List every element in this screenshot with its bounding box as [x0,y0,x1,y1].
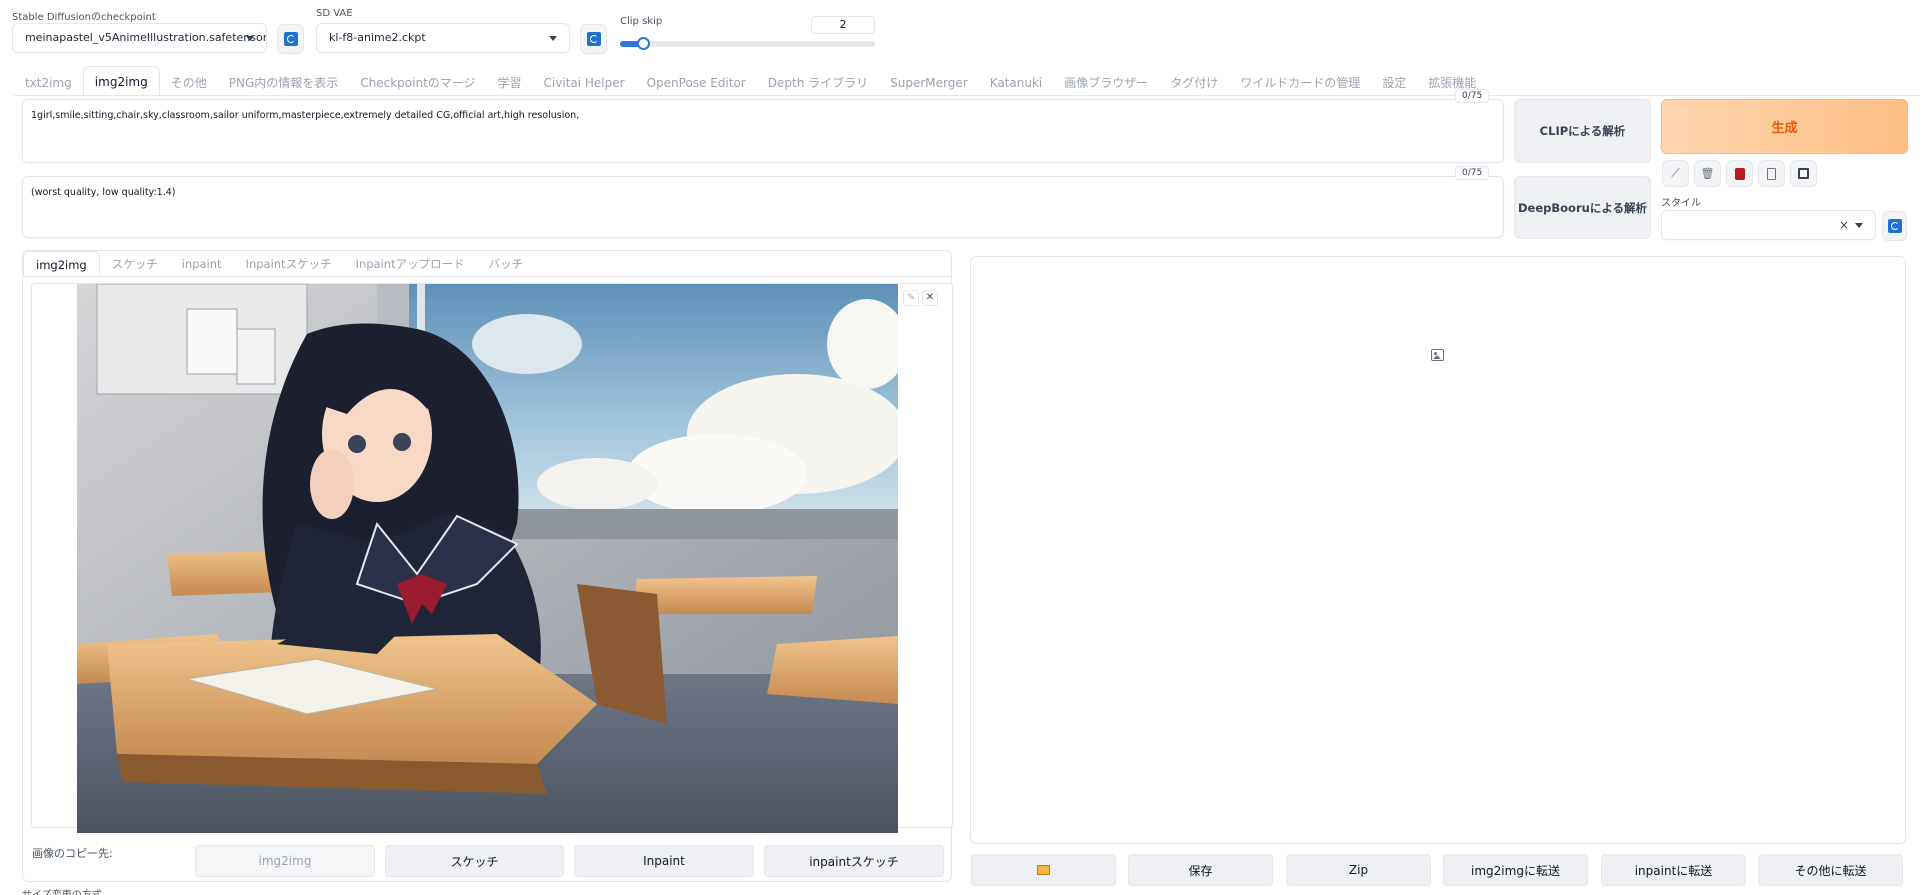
style-dropdown[interactable]: × [1661,210,1876,240]
checkpoint-value: meinapastel_v5AnimeIllustration.safetens… [25,31,267,44]
extra-networks-button[interactable] [1726,160,1753,187]
save-style-button[interactable] [1790,160,1817,187]
apply-style-button[interactable] [1758,160,1785,187]
arrow-icon: ⟋ [1671,166,1680,180]
deepbooru-interrogate-button[interactable]: DeepBooruによる解析 [1514,176,1651,239]
sub-tabs-divider [23,276,951,277]
image-placeholder-icon [1431,349,1444,361]
negative-prompt-text: (worst quality, low quality:1.4) [31,187,176,198]
refresh-icon [283,32,298,46]
resize-mode-label: サイズ変更の方式 [22,886,102,895]
clear-prompt-button[interactable]: 🗑 [1694,160,1721,187]
copy-to-sketch-button[interactable]: スケッチ [385,845,564,877]
tab-2[interactable]: その他 [160,70,218,96]
vae-dropdown[interactable]: kl-f8-anime2.ckpt [316,23,570,53]
chevron-down-icon [549,36,557,41]
clip-skip-input[interactable]: 2 [811,16,875,34]
eye [348,435,366,453]
clip-skip-label: Clip skip [620,16,663,27]
style-clear-icon[interactable]: × [1839,211,1849,239]
main-tabs: txt2img img2img その他 PNG内の情報を表示 Checkpointのマー… [14,66,1487,96]
remove-image-button[interactable]: ✕ [922,290,938,306]
checkpoint-dropdown[interactable]: meinapastel_v5AnimeIllustration.safetens… [12,23,267,53]
edit-image-button[interactable]: ✎ [903,290,919,306]
clip-skip-slider[interactable] [620,37,875,50]
tab-12[interactable]: タグ付け [1159,70,1229,96]
open-folder-button[interactable] [971,854,1116,886]
cloud [537,458,657,510]
tab-8[interactable]: Depth ライブラリ [757,70,879,96]
tab-14[interactable]: 設定 [1371,70,1417,96]
copy-to-inpaint-button[interactable]: Inpaint [574,845,754,877]
negative-prompt-input[interactable]: (worst quality, low quality:1.4) [22,176,1504,238]
generate-button[interactable]: 生成 [1661,99,1908,154]
positive-prompt-text: 1girl,smile,sitting,chair,sky,classroom,… [31,110,580,121]
tab-4[interactable]: Checkpointのマージ [349,70,486,96]
copy-to-inpaint-sketch-button[interactable]: inpaintスケッチ [764,845,944,877]
sub-tab-1[interactable]: スケッチ [100,251,170,277]
chevron-down-icon [246,36,254,41]
refresh-icon [586,32,601,46]
input-image [77,284,898,833]
vae-value: kl-f8-anime2.ckpt [329,31,426,44]
copy-to-img2img-button[interactable]: img2img [195,845,375,877]
sub-tab-5[interactable]: バッチ [477,251,536,277]
right-desk [632,576,817,614]
floppy-icon [1798,168,1809,179]
clip-skip-slider-thumb[interactable] [636,37,650,50]
tab-7[interactable]: OpenPose Editor [636,70,757,96]
trash-icon: 🗑 [1700,167,1715,180]
clip-interrogate-button[interactable]: CLIPによる解析 [1514,99,1651,163]
positive-prompt-input[interactable]: 1girl,smile,sitting,chair,sky,classroom,… [22,99,1504,163]
paste-params-button[interactable]: ⟋ [1662,160,1689,187]
zip-button[interactable]: Zip [1286,854,1431,886]
eye [393,433,411,451]
send-to-img2img-button[interactable]: img2imgに転送 [1443,854,1588,886]
tab-10[interactable]: Katanuki [979,70,1054,96]
folder-icon [1037,865,1050,875]
refresh-icon [1887,219,1902,233]
cloud [627,434,807,514]
negative-token-count: 0/75 [1455,166,1490,180]
vae-label: SD VAE [316,8,353,19]
checkpoint-label: Stable Diffusionのcheckpoint [12,12,156,23]
sub-tab-3[interactable]: Inpaintスケッチ [234,251,344,277]
tabs-divider [14,95,1920,96]
style-label: スタイル [1661,198,1701,209]
tab-11[interactable]: 画像ブラウザー [1053,70,1159,96]
image-sub-tabs: img2img スケッチ inpaint Inpaintスケッチ Inpaintアップロ… [23,251,535,277]
sub-tab-0[interactable]: img2img [23,251,100,277]
clipboard-icon [1767,167,1776,180]
tab-3[interactable]: PNG内の情報を表示 [218,70,350,96]
style-refresh-button[interactable] [1882,211,1907,241]
tab-1[interactable]: img2img [82,66,160,96]
tab-5[interactable]: 学習 [487,70,533,96]
tab-0[interactable]: txt2img [14,70,83,96]
card-icon [1734,167,1745,180]
hand [310,449,354,519]
pencil-icon: ✎ [907,293,915,303]
notice-paper [236,328,276,385]
notice-paper [186,308,238,375]
save-button[interactable]: 保存 [1128,854,1273,886]
sub-tab-2[interactable]: inpaint [170,251,234,277]
positive-token-count: 0/75 [1455,89,1490,103]
right-desk [767,636,898,704]
send-to-inpaint-button[interactable]: inpaintに転送 [1601,854,1746,886]
close-icon: ✕ [925,292,935,303]
tab-6[interactable]: Civitai Helper [533,70,636,96]
tab-13[interactable]: ワイルドカードの管理 [1229,70,1371,96]
checkpoint-refresh-button[interactable] [277,24,304,54]
chevron-down-icon [1855,223,1863,228]
cloud [472,314,582,374]
send-to-extras-button[interactable]: その他に転送 [1758,854,1903,886]
tab-9[interactable]: SuperMerger [879,70,979,96]
sub-tab-4[interactable]: Inpaintアップロード [344,251,477,277]
copy-destination-label: 画像のコピー先: [32,847,113,860]
output-gallery [970,256,1906,844]
vae-refresh-button[interactable] [580,24,607,54]
